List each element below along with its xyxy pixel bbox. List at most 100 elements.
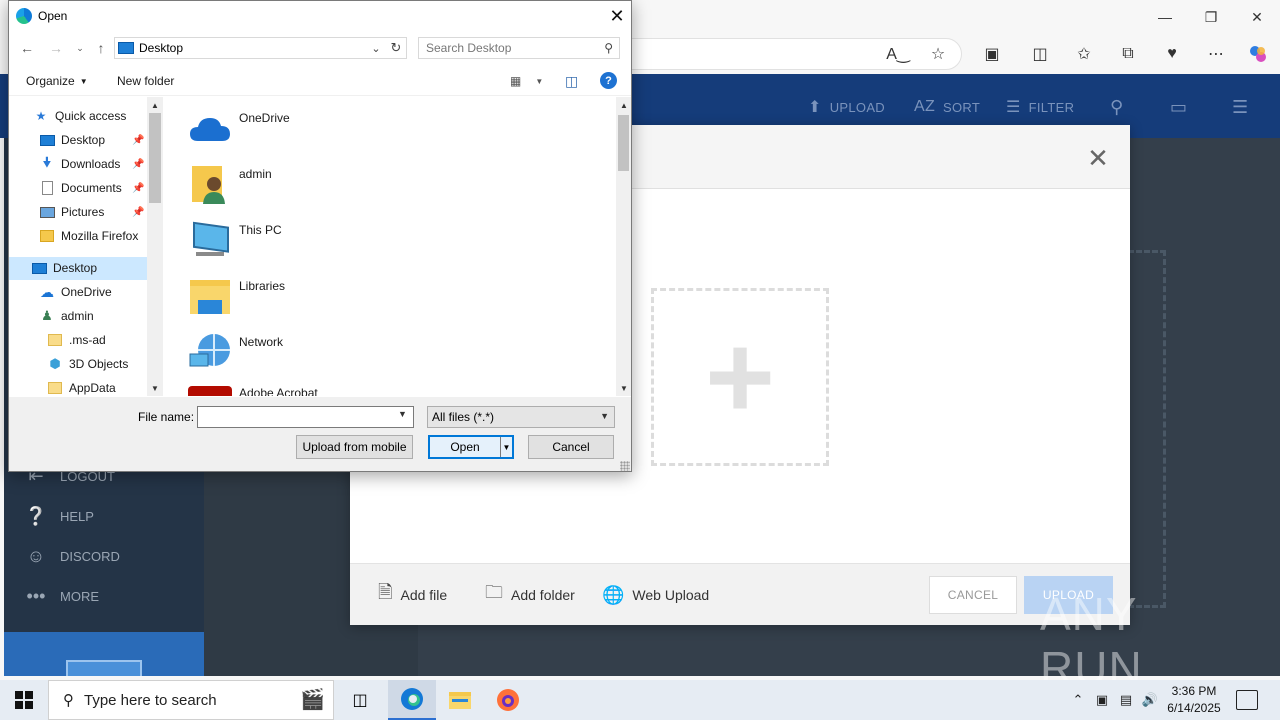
web-upload-button[interactable]: 🌐 Web Upload	[602, 584, 709, 606]
edge-taskbar-icon[interactable]	[388, 680, 436, 720]
nav-pane-scroll-thumb[interactable]	[149, 113, 161, 203]
user-folder-icon	[188, 162, 232, 206]
drop-zone-add[interactable]: +	[651, 288, 829, 466]
up-arrow-icon[interactable]: ↑	[91, 38, 111, 58]
minimize-icon[interactable]: —	[1142, 0, 1188, 34]
tray-chevron-up-icon[interactable]: ⌃	[1068, 690, 1088, 710]
dialog-help-icon[interactable]: ?	[600, 72, 617, 89]
add-file-label: Add file	[400, 587, 448, 603]
file-pane-scroll-thumb[interactable]	[618, 115, 629, 171]
dialog-search-field[interactable]: ⚲	[418, 37, 620, 59]
header-upload-button[interactable]: ⬆ UPLOAD	[808, 96, 885, 118]
file-name-field[interactable]	[197, 406, 414, 428]
scroll-up-icon[interactable]: ▲	[147, 98, 163, 112]
nav-item-admin[interactable]: ♟ admin	[39, 305, 94, 327]
notification-icon[interactable]	[1236, 690, 1258, 710]
dialog-search-input[interactable]	[426, 41, 596, 55]
nav-item-onedrive[interactable]: ☁ OneDrive	[39, 281, 112, 303]
network-globe-icon	[188, 330, 232, 374]
task-view-icon[interactable]: ◫	[336, 680, 384, 720]
split-screen-icon[interactable]: ◫	[1026, 40, 1054, 68]
close-window-icon[interactable]: ✕	[1234, 0, 1280, 34]
nav-item-desktop[interactable]: Desktop	[31, 257, 97, 279]
resize-grip-icon[interactable]	[620, 461, 630, 471]
more-menu-icon[interactable]: ⋯	[1202, 40, 1230, 68]
path-dropdown-chevron-icon[interactable]: ⌄	[368, 38, 384, 58]
file-item-onedrive[interactable]: OneDrive	[188, 106, 290, 156]
nav-item-label: Desktop	[61, 133, 106, 147]
address-path[interactable]: Desktop	[114, 37, 407, 59]
file-item-libraries[interactable]: Libraries	[188, 274, 285, 324]
nav-item-label: Pictures	[61, 205, 105, 219]
copilot-icon[interactable]	[1244, 40, 1272, 68]
file-item-network[interactable]: Network	[188, 330, 283, 380]
sidebar-item-help[interactable]: ❔ HELP	[24, 496, 94, 536]
header-filter-label: FILTER	[1028, 99, 1075, 115]
nav-item-quick-access[interactable]: ★ Quick access	[33, 105, 127, 127]
view-options-icon[interactable]: ▦ ▼	[510, 72, 543, 90]
taskbar-search-box[interactable]: ⚲ Type here to search 🎬	[48, 680, 334, 720]
header-search-icon[interactable]: ⚲	[1110, 96, 1123, 118]
favorites-icon[interactable]: ✩	[1070, 40, 1098, 68]
restore-icon[interactable]: ❐	[1188, 0, 1234, 34]
nav-item-downloads[interactable]: 🠟 Downloads	[39, 153, 120, 175]
nav-item-documents[interactable]: Documents	[39, 177, 122, 199]
star-icon: ★	[35, 109, 47, 123]
scroll-down-icon[interactable]: ▼	[616, 381, 632, 395]
taskbar-clock[interactable]: 3:36 PM 6/14/2025	[1160, 683, 1228, 717]
file-explorer-icon[interactable]	[436, 680, 484, 720]
file-item-adobe-acrobat[interactable]: Adobe Acrobat	[188, 380, 318, 396]
file-name-input[interactable]	[202, 407, 392, 427]
tray-device-icon[interactable]: ▣	[1092, 690, 1112, 710]
dialog-close-icon[interactable]: ✕	[602, 1, 632, 31]
list-view-icon[interactable]: ☰	[1232, 96, 1248, 118]
forward-arrow-icon[interactable]: →	[46, 38, 66, 58]
sidebar-item-discord[interactable]: ☺ DISCORD	[24, 536, 120, 576]
file-item-admin[interactable]: admin	[188, 162, 272, 212]
add-folder-icon: 🗀	[485, 582, 503, 602]
nav-item-3d-objects[interactable]: ⬢ 3D Objects	[47, 353, 128, 375]
favorite-star-icon[interactable]: ☆	[924, 40, 952, 68]
new-folder-button[interactable]: New folder	[117, 72, 174, 90]
add-folder-button[interactable]: 🗀 Add folder	[485, 582, 575, 606]
back-arrow-icon[interactable]: ←	[17, 38, 37, 58]
add-folder-label: Add folder	[511, 587, 575, 603]
nav-item-mozilla-firefox[interactable]: Mozilla Firefox	[39, 225, 138, 247]
modal-close-icon[interactable]: ✕	[1084, 143, 1112, 173]
nav-item-appdata[interactable]: AppData	[47, 377, 116, 399]
nav-item-desktop-pinned[interactable]: Desktop	[39, 129, 105, 151]
nav-item-ms-ad[interactable]: .ms-ad	[47, 329, 106, 351]
header-sort-button[interactable]: AZ SORT	[914, 96, 980, 118]
taskbar-search-placeholder: Type here to search	[84, 691, 217, 709]
collections-icon[interactable]: ⧉	[1114, 40, 1142, 68]
read-aloud-icon[interactable]: A‿	[884, 40, 912, 68]
modal-cancel-button[interactable]: CANCEL	[929, 576, 1017, 614]
preview-pane-icon[interactable]: ◫	[565, 72, 578, 90]
scroll-down-icon[interactable]: ▼	[147, 381, 163, 395]
windows-start-icon[interactable]	[0, 680, 48, 720]
file-type-value: All files (*.*)	[432, 410, 495, 424]
new-folder-icon[interactable]: ▭	[1170, 96, 1187, 118]
file-item-this-pc[interactable]: This PC	[188, 218, 282, 268]
file-name-dropdown-icon[interactable]: ▼	[398, 409, 407, 419]
file-type-filter[interactable]: All files (*.*) ▼	[427, 406, 615, 428]
network-tray-icon[interactable]: ▤	[1116, 690, 1136, 710]
recent-locations-chevron-icon[interactable]: ⌄	[70, 38, 90, 58]
scroll-up-icon[interactable]: ▲	[616, 98, 632, 112]
desktop-icon	[39, 132, 55, 148]
cancel-button[interactable]: Cancel	[528, 435, 614, 459]
refresh-icon[interactable]: ↻	[386, 38, 406, 58]
browser-essentials-icon[interactable]: ♥	[1158, 40, 1186, 68]
add-file-button[interactable]: 🗎 Add file	[378, 582, 448, 606]
volume-icon[interactable]: 🔊	[1140, 690, 1160, 710]
edge-app-icon	[16, 8, 32, 24]
extensions-icon[interactable]: ▣	[978, 40, 1006, 68]
organize-menu-button[interactable]: Organize ▼	[26, 72, 88, 90]
sidebar-item-more[interactable]: ••• MORE	[24, 576, 99, 616]
open-button[interactable]: Open ▼	[428, 435, 514, 459]
upload-from-mobile-button[interactable]: Upload from mobile	[296, 435, 413, 459]
open-split-arrow-icon[interactable]: ▼	[500, 437, 512, 457]
header-filter-button[interactable]: ☰ FILTER	[1006, 96, 1074, 118]
nav-item-pictures[interactable]: Pictures	[39, 201, 104, 223]
firefox-taskbar-icon[interactable]	[484, 680, 532, 720]
